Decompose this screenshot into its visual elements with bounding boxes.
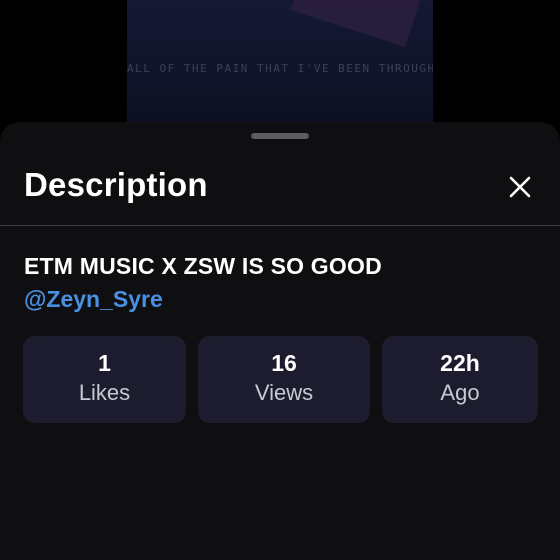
posted-time-value: 22h (440, 350, 480, 376)
description-sheet: Description ETM MUSIC X ZSW IS SO GOOD @… (0, 122, 560, 560)
close-icon (509, 176, 531, 198)
posted-time-stat-card: 22h Ago (382, 336, 538, 423)
posted-time-label: Ago (440, 380, 480, 405)
header-divider (0, 225, 560, 226)
sheet-grabber-handle[interactable] (251, 133, 309, 139)
views-label: Views (254, 380, 314, 405)
views-count: 16 (271, 350, 297, 376)
likes-label: Likes (78, 380, 131, 405)
user-mention-link[interactable]: @Zeyn_Syre (24, 286, 163, 313)
likes-stat-card[interactable]: 1 Likes (23, 336, 186, 423)
likes-count: 1 (98, 350, 111, 376)
video-thumbnail[interactable]: ALL OF THE PAIN THAT I'VE BEEN THROUGH (127, 0, 433, 140)
views-stat-card: 16 Views (198, 336, 370, 423)
sheet-title: Description (24, 166, 208, 203)
video-graphic (290, 0, 424, 48)
description-text: ETM MUSIC X ZSW IS SO GOOD (24, 253, 382, 279)
video-caption: ALL OF THE PAIN THAT I'VE BEEN THROUGH (127, 62, 433, 75)
close-button[interactable] (504, 171, 536, 203)
